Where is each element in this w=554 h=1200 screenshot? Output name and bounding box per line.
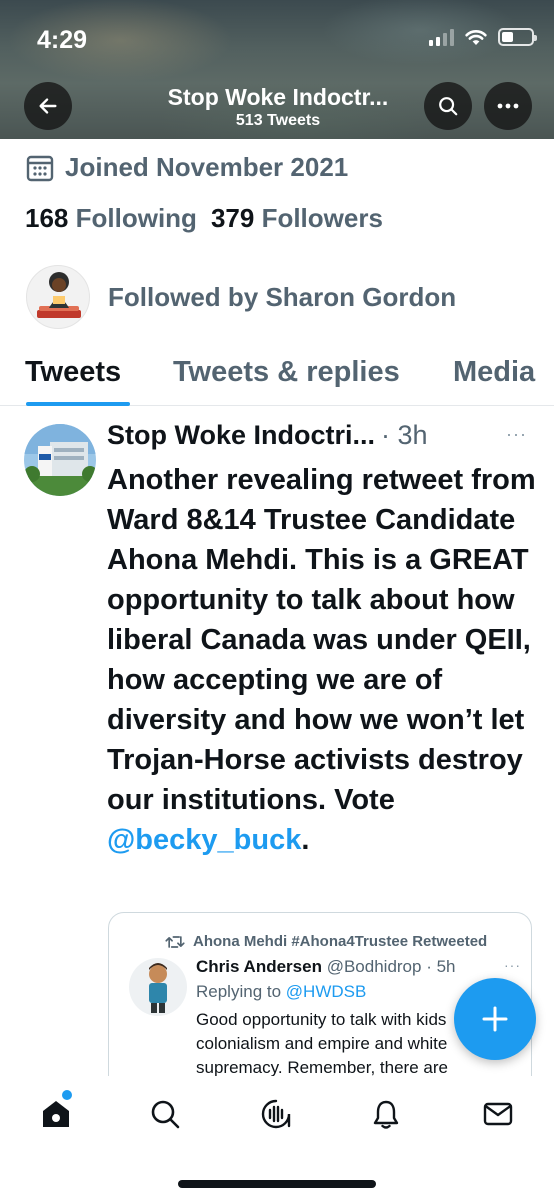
spaces-icon bbox=[261, 1099, 291, 1129]
header-title: Stop Woke Indoctr... bbox=[167, 84, 389, 110]
retweet-icon bbox=[165, 935, 185, 948]
avatar[interactable] bbox=[24, 424, 96, 496]
signal-icon bbox=[429, 28, 454, 46]
more-button[interactable] bbox=[484, 82, 532, 130]
tweet-text: Another revealing retweet from Ward 8&14… bbox=[107, 460, 539, 860]
joined-text: Joined November 2021 bbox=[65, 152, 349, 182]
status-time: 4:29 bbox=[37, 26, 88, 54]
quote-body: Good opportunity to talk with kids colon… bbox=[196, 1010, 448, 1077]
messages-icon bbox=[483, 1102, 513, 1126]
follow-stats: 168 Following 379 Followers bbox=[25, 203, 383, 234]
nav-messages[interactable] bbox=[478, 1094, 518, 1134]
quote-more-button[interactable]: ··· bbox=[504, 957, 521, 973]
nav-search[interactable] bbox=[145, 1094, 185, 1134]
tweet-author[interactable]: Stop Woke Indoctri... bbox=[107, 420, 375, 451]
tweet-more-button[interactable]: ··· bbox=[506, 424, 527, 445]
replying-label: Replying to bbox=[196, 982, 282, 1001]
compose-tweet-button[interactable] bbox=[454, 978, 536, 1060]
replying-mention[interactable]: @HWDSB bbox=[286, 982, 367, 1001]
mention-link[interactable]: @becky_buck bbox=[107, 824, 301, 856]
wifi-icon bbox=[465, 30, 487, 45]
replying-to: Replying to @HWDSB bbox=[196, 982, 366, 1002]
quote-handle-time: @Bodhidrop · 5h bbox=[326, 957, 456, 976]
more-horizontal-icon bbox=[497, 103, 519, 109]
search-button[interactable] bbox=[424, 82, 472, 130]
notifications-icon bbox=[373, 1100, 399, 1129]
tweet-header: Stop Woke Indoctri... · 3h bbox=[107, 420, 428, 451]
active-tab-indicator bbox=[26, 402, 130, 406]
calendar-icon bbox=[26, 155, 54, 181]
battery-icon bbox=[498, 28, 537, 46]
tab-media[interactable]: Media bbox=[453, 356, 535, 389]
tab-tweets[interactable]: Tweets bbox=[25, 356, 121, 389]
quote-author[interactable]: Chris Andersen bbox=[196, 957, 322, 976]
search-icon bbox=[151, 1100, 180, 1129]
home-indicator[interactable] bbox=[178, 1180, 376, 1188]
home-icon bbox=[43, 1101, 69, 1127]
profile-tabs: Tweets Tweets & replies Media bbox=[0, 350, 554, 406]
nav-notifications[interactable] bbox=[366, 1094, 406, 1134]
arrow-left-icon bbox=[39, 98, 57, 114]
joined-date: Joined November 2021 bbox=[25, 152, 348, 183]
search-icon bbox=[439, 97, 458, 116]
plus-icon bbox=[482, 1006, 508, 1032]
quote-header: Chris Andersen @Bodhidrop · 5h bbox=[196, 957, 455, 977]
followers-label: Followers bbox=[261, 203, 383, 233]
followers-link[interactable]: 379 Followers bbox=[211, 203, 383, 234]
tweet-count: 513 Tweets bbox=[235, 112, 321, 129]
nav-home[interactable] bbox=[36, 1094, 76, 1134]
profile-header: 4:29 Stop Woke Indoctr... 513 Tweets bbox=[0, 0, 554, 139]
notification-dot bbox=[62, 1090, 72, 1100]
followers-count: 379 bbox=[210, 203, 255, 233]
tweet-body-end: . bbox=[301, 824, 310, 856]
followed-by-text: Followed by Sharon Gordon bbox=[108, 281, 457, 312]
tab-tweets-replies[interactable]: Tweets & replies bbox=[173, 356, 400, 389]
avatar[interactable] bbox=[129, 958, 187, 1016]
following-label: Following bbox=[75, 203, 197, 233]
followed-by[interactable]: Followed by Sharon Gordon bbox=[26, 265, 456, 329]
status-icons bbox=[429, 28, 537, 46]
following-link[interactable]: 168 Following bbox=[25, 203, 197, 234]
tweet-body: Another revealing retweet from Ward 8&14… bbox=[107, 464, 536, 816]
retweeted-by: Ahona Mehdi #Ahona4Trustee Retweeted bbox=[193, 933, 488, 950]
following-count: 168 bbox=[25, 203, 69, 233]
back-button[interactable] bbox=[24, 82, 72, 130]
tweet-time: · 3h bbox=[381, 420, 428, 450]
avatar bbox=[26, 265, 90, 329]
nav-spaces[interactable] bbox=[256, 1094, 296, 1134]
retweet-context: Ahona Mehdi #Ahona4Trustee Retweeted bbox=[165, 933, 487, 950]
